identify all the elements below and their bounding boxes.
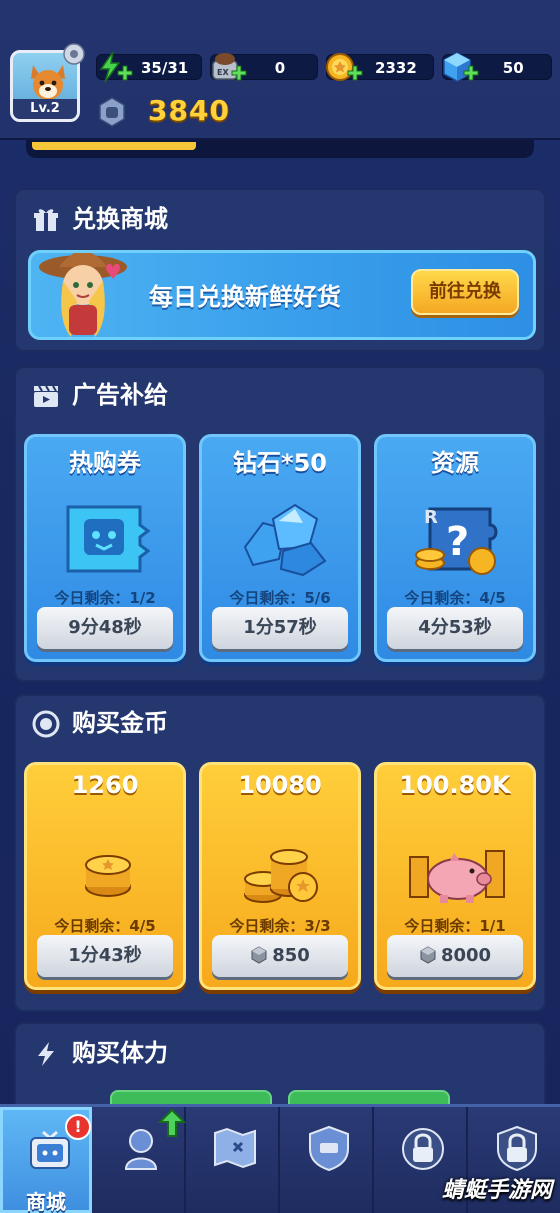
nav-tab-battle[interactable]	[282, 1107, 374, 1213]
svg-text:R: R	[424, 507, 438, 528]
previous-section-edge	[26, 140, 534, 158]
notification-badge: !	[65, 1114, 91, 1140]
mystery-resource-icon: ? R	[415, 507, 498, 575]
piggy-bank-icon	[409, 850, 505, 903]
ad-timer-button[interactable]: 1分57秒	[212, 607, 348, 649]
banner-text: 每日兑换新鲜好货	[149, 283, 341, 311]
nav-tab-map[interactable]	[188, 1107, 280, 1213]
upgrade-arrow-icon	[158, 1108, 186, 1137]
remaining-today: 今日剩余：1/1	[404, 917, 506, 935]
lightning-bolt-icon	[38, 1042, 54, 1066]
remaining-today: 今日剩余：4/5	[54, 917, 156, 935]
ad-card-ticket[interactable]: 热购券 今日剩余：1/2 9分48秒	[24, 434, 186, 662]
coin-card-small[interactable]: 1260 今日剩余：4/5 1分43秒	[24, 762, 186, 990]
ad-timer-button[interactable]: 4分53秒	[387, 607, 523, 649]
coin-gem-price-button[interactable]: 850	[212, 935, 348, 977]
exchange-title-text: 兑换商城	[72, 205, 168, 233]
lock-icon	[402, 1128, 444, 1170]
coin-timer-button[interactable]: 1分43秒	[37, 935, 173, 977]
card-title: 热购券	[69, 449, 141, 477]
gem-value: 50	[502, 59, 524, 77]
remaining-today: 今日剩余：1/2	[54, 589, 156, 607]
gray-gem-icon	[420, 946, 436, 964]
svg-text:?: ?	[446, 519, 469, 565]
watermark-text: 蜻蜓手游网	[441, 1178, 552, 1203]
card-title: 钻石*50	[233, 449, 327, 477]
lock-icon	[497, 1125, 537, 1172]
card-title: 10080	[238, 771, 322, 799]
buy-stamina-title: 购买体力	[32, 1036, 168, 1070]
coin-card-medium[interactable]: 10080 今日剩余：3/3 850	[199, 762, 361, 990]
cowgirl-hero-icon	[39, 253, 127, 337]
power-value: 3840	[148, 94, 230, 127]
ad-supply-title-text: 广告补给	[72, 381, 168, 409]
remaining-today: 今日剩余：3/3	[229, 917, 331, 935]
nav-tab-shop[interactable]: 商城 !	[0, 1107, 92, 1213]
coin-value: 2332	[375, 59, 417, 77]
gray-gem-icon	[251, 946, 267, 964]
level-label: Lv.2	[13, 99, 77, 119]
ticket-icon	[66, 505, 151, 573]
card-title: 100.80K	[399, 771, 511, 799]
exchange-banner[interactable]: 每日兑换新鲜好货 前往兑换	[28, 250, 536, 340]
exchange-panel: 兑换商城 每日兑换新鲜好货 前往兑换	[14, 188, 546, 352]
shield-icon	[309, 1125, 349, 1172]
remaining-today: 今日剩余：5/6	[229, 589, 331, 607]
price-value: 8000	[440, 945, 492, 966]
go-exchange-button[interactable]: 前往兑换	[411, 269, 519, 315]
gear-icon[interactable]	[62, 42, 86, 66]
buy-coins-title-text: 购买金币	[72, 709, 168, 737]
exchange-title: 兑换商城	[32, 202, 168, 236]
coin-counter[interactable]: 2332	[326, 53, 434, 81]
remaining-today: 今日剩余：4/5	[404, 589, 506, 607]
coin-outline-icon	[32, 710, 60, 738]
ad-supply-panel: 广告补给 热购券 今日剩余：1/2 9分48秒 钻石*50 今日剩余：5/6 1…	[14, 366, 546, 682]
ad-card-diamonds[interactable]: 钻石*50 今日剩余：5/6 1分57秒	[199, 434, 361, 662]
price-value: 850	[272, 945, 310, 966]
top-header: Lv.2 35/31 EX 0 2332 50 3840	[0, 0, 560, 140]
ad-timer-button[interactable]: 9分48秒	[37, 607, 173, 649]
stamina-counter[interactable]: 35/31	[96, 51, 202, 83]
buy-coins-title: 购买金币	[32, 706, 168, 740]
nav-shop-label: 商城	[26, 1190, 66, 1213]
previous-section-gold-edge	[32, 142, 196, 150]
coin-gem-price-button[interactable]: 8000	[387, 935, 523, 977]
diamond-pile-icon	[243, 503, 327, 577]
video-clapper-icon	[34, 385, 58, 407]
svg-text:EX: EX	[217, 68, 229, 77]
exp-counter[interactable]: EX 0	[210, 53, 318, 81]
ad-card-resources[interactable]: 资源 ? R 今日剩余：4/5 4分53秒	[374, 434, 536, 662]
coin-stack-icon	[85, 855, 131, 897]
exp-value: 0	[274, 59, 286, 77]
buy-coins-panel: 购买金币 1260 今日剩余：4/5 1分43秒 10080 今日剩余：3/3	[14, 694, 546, 1012]
gem-counter[interactable]: 50	[442, 52, 552, 82]
card-title: 资源	[431, 449, 479, 477]
coin-card-large[interactable]: 100.80K 今日剩余：1/1 8000	[374, 762, 536, 990]
card-title: 1260	[71, 771, 139, 799]
gift-icon	[34, 209, 58, 231]
stamina-value: 35/31	[140, 59, 189, 77]
treasure-map-icon	[214, 1127, 256, 1169]
coin-piles-icon	[244, 849, 318, 903]
dog-avatar-icon	[31, 65, 65, 100]
fist-power-icon	[99, 97, 125, 127]
buy-stamina-title-text: 购买体力	[72, 1039, 168, 1067]
ad-supply-title: 广告补给	[32, 378, 168, 412]
